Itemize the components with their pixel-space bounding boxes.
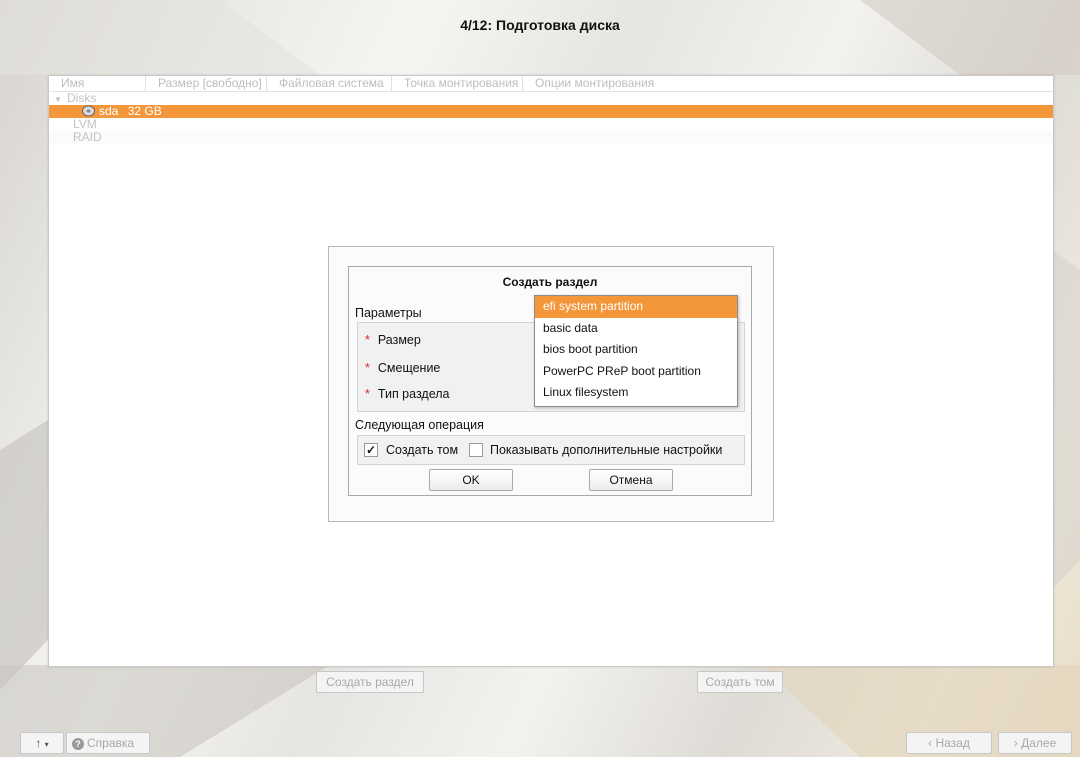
help-icon: ? [72, 738, 84, 750]
create-volume-button[interactable]: Создать том [697, 671, 783, 693]
tree-row-label: RAID [73, 130, 102, 144]
show-advanced-label[interactable]: Показывать дополнительные настройки [490, 443, 722, 457]
required-marker-icon: * [365, 387, 370, 401]
field-type-label: * Тип раздела [365, 387, 449, 401]
tree-row-label: Disks [67, 91, 97, 105]
params-label: Параметры [355, 306, 422, 320]
partition-type-dropdown[interactable]: efi system partition basic data bios boo… [534, 295, 738, 407]
tree-row-disks[interactable]: ▼ Disks [49, 92, 1053, 105]
back-button[interactable]: ‹ Назад [906, 732, 992, 754]
help-button[interactable]: ? Справка [66, 732, 150, 754]
cancel-button[interactable]: Отмена [589, 469, 673, 491]
field-label: Размер [377, 333, 421, 347]
show-advanced-checkbox[interactable] [469, 443, 483, 457]
dropdown-option-basic-data[interactable]: basic data [535, 318, 737, 340]
page-title: 4/12: Подготовка диска [460, 17, 620, 33]
tree-header: Имя Размер [свободно] Файловая система Т… [49, 76, 1053, 92]
chevron-down-icon: ▾ [44, 740, 49, 749]
column-size[interactable]: Размер [свободно] [146, 76, 267, 91]
create-volume-label[interactable]: Создать том [386, 443, 458, 457]
field-size-label: * Размер [365, 333, 421, 347]
required-marker-icon: * [365, 333, 370, 347]
field-label: Смещение [377, 361, 441, 375]
column-filesystem[interactable]: Файловая система [267, 76, 392, 91]
tree-row-label: sda [99, 104, 119, 118]
up-button[interactable]: ↑ ▾ [20, 732, 64, 754]
create-volume-checkbox[interactable]: ✓ [364, 443, 378, 457]
tree-row-sda[interactable]: sda 32 GB [49, 105, 1053, 118]
field-label: Тип раздела [377, 387, 450, 401]
next-operation-label: Следующая операция [355, 418, 484, 432]
tree-row-raid[interactable]: RAID [49, 131, 1053, 144]
column-mountpoint[interactable]: Точка монтирования [392, 76, 523, 91]
dropdown-option-linux-fs[interactable]: Linux filesystem [535, 382, 737, 404]
column-name[interactable]: Имя [49, 76, 146, 91]
arrow-up-icon: ↑ [35, 736, 42, 750]
required-marker-icon: * [365, 361, 370, 375]
dialog-title: Создать раздел [502, 275, 598, 289]
arrow-right-icon: › [1013, 736, 1022, 750]
dropdown-option-bios-boot[interactable]: bios boot partition [535, 339, 737, 361]
tree-row-label: LVM [73, 117, 97, 131]
tree-row-size: 32 GB [127, 104, 162, 118]
create-partition-button[interactable]: Создать раздел [316, 671, 424, 693]
dropdown-option-efi[interactable]: efi system partition [535, 296, 737, 318]
field-offset-label: * Смещение [365, 361, 440, 375]
next-button[interactable]: › Далее [998, 732, 1072, 754]
ok-button[interactable]: OK [429, 469, 513, 491]
tree-row-lvm[interactable]: LVM [49, 118, 1053, 131]
dropdown-option-prep-boot[interactable]: PowerPC PReP boot partition [535, 361, 737, 383]
column-mount-options[interactable]: Опции монтирования [523, 76, 695, 91]
next-label: Далее [1021, 736, 1057, 750]
back-label: Назад [935, 736, 970, 750]
help-label: Справка [87, 736, 135, 750]
